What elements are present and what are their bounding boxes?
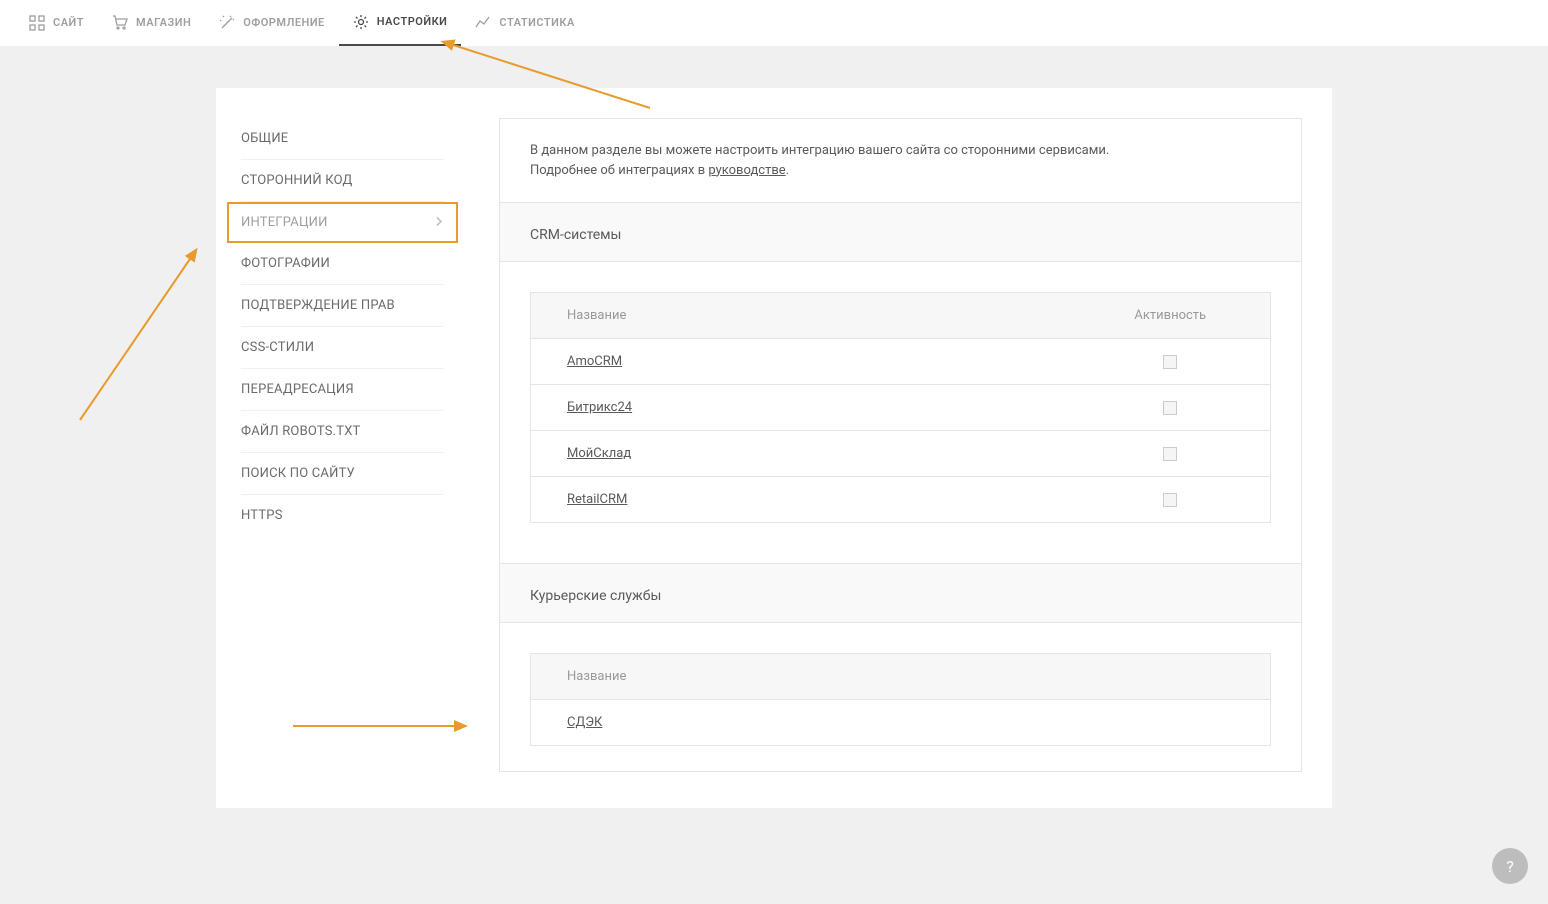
integration-link[interactable]: RetailCRM xyxy=(567,492,627,507)
grid-icon xyxy=(29,15,45,31)
nav-label: СТАТИСТИКА xyxy=(499,16,574,29)
table-row: RetailCRM xyxy=(531,477,1271,523)
nav-stats[interactable]: СТАТИСТИКА xyxy=(461,0,588,46)
col-name: Название xyxy=(531,654,1271,700)
info-text: В данном разделе вы можете настроить инт… xyxy=(500,119,1301,202)
sidebar-item-general[interactable]: ОБЩИЕ xyxy=(241,118,444,160)
crm-table: Название Активность AmoCRM Битрикс24 xyxy=(530,292,1271,523)
sidebar-item-robots[interactable]: ФАЙЛ ROBOTS.TXT xyxy=(241,411,444,453)
chart-icon xyxy=(475,15,491,31)
sidebar-item-label: ИНТЕГРАЦИИ xyxy=(241,215,328,230)
content: В данном разделе вы можете настроить инт… xyxy=(469,88,1332,808)
checkbox[interactable] xyxy=(1163,355,1177,369)
nav-settings[interactable]: НАСТРОЙКИ xyxy=(339,0,462,46)
table-row: Битрикс24 xyxy=(531,385,1271,431)
gear-icon xyxy=(353,14,369,30)
nav-shop[interactable]: МАГАЗИН xyxy=(98,0,205,46)
col-name: Название xyxy=(531,293,1071,339)
col-activity: Активность xyxy=(1071,293,1271,339)
integration-link[interactable]: СДЭК xyxy=(567,715,602,730)
section-header-courier: Курьерские службы xyxy=(500,563,1301,623)
help-button[interactable]: ? xyxy=(1492,848,1528,884)
checkbox[interactable] xyxy=(1163,493,1177,507)
magic-wand-icon xyxy=(219,15,235,31)
integration-link[interactable]: AmoCRM xyxy=(567,354,622,369)
nav-label: МАГАЗИН xyxy=(136,16,191,29)
table-row: СДЭК xyxy=(531,700,1271,746)
content-panel: В данном разделе вы можете настроить инт… xyxy=(499,118,1302,772)
courier-table: Название СДЭК xyxy=(530,653,1271,746)
top-nav: САЙТ МАГАЗИН ОФОРМЛЕНИЕ НАСТРОЙКИ СТАТИС… xyxy=(0,0,1548,46)
info-line1: В данном разделе вы можете настроить инт… xyxy=(530,141,1271,161)
checkbox[interactable] xyxy=(1163,447,1177,461)
sidebar-item-https[interactable]: HTTPS xyxy=(241,495,444,536)
sidebar-item-integrations[interactable]: ИНТЕГРАЦИИ xyxy=(227,202,458,243)
table-row: МойСклад xyxy=(531,431,1271,477)
sidebar-item-photos[interactable]: ФОТОГРАФИИ xyxy=(241,243,444,285)
arrow-annotation-2 xyxy=(72,248,202,428)
nav-label: ОФОРМЛЕНИЕ xyxy=(243,16,325,29)
integration-link[interactable]: МойСклад xyxy=(567,446,631,461)
checkbox[interactable] xyxy=(1163,401,1177,415)
sidebar: ОБЩИЕ СТОРОННИЙ КОД ИНТЕГРАЦИИ ФОТОГРАФИ… xyxy=(216,88,469,808)
sidebar-item-search[interactable]: ПОИСК ПО САЙТУ xyxy=(241,453,444,495)
table-row: AmoCRM xyxy=(531,339,1271,385)
nav-site[interactable]: САЙТ xyxy=(15,0,98,46)
sidebar-item-rights[interactable]: ПОДТВЕРЖДЕНИЕ ПРАВ xyxy=(241,285,444,327)
nav-label: НАСТРОЙКИ xyxy=(377,15,448,28)
main-container: ОБЩИЕ СТОРОННИЙ КОД ИНТЕГРАЦИИ ФОТОГРАФИ… xyxy=(216,88,1332,808)
section-body-crm: Название Активность AmoCRM Битрикс24 xyxy=(500,262,1301,563)
section-body-courier: Название СДЭК xyxy=(500,623,1301,771)
info-line2: Подробнее об интеграциях в руководстве. xyxy=(530,161,1271,181)
sidebar-item-css[interactable]: CSS-СТИЛИ xyxy=(241,327,444,369)
chevron-right-icon xyxy=(436,215,442,230)
nav-design[interactable]: ОФОРМЛЕНИЕ xyxy=(205,0,339,46)
integration-link[interactable]: Битрикс24 xyxy=(567,400,632,415)
nav-label: САЙТ xyxy=(53,16,84,29)
guide-link[interactable]: руководстве xyxy=(708,163,785,178)
cart-icon xyxy=(112,15,128,31)
sidebar-item-thirdparty[interactable]: СТОРОННИЙ КОД xyxy=(241,160,444,202)
sidebar-item-redirect[interactable]: ПЕРЕАДРЕСАЦИЯ xyxy=(241,369,444,411)
section-header-crm: CRM-системы xyxy=(500,202,1301,262)
